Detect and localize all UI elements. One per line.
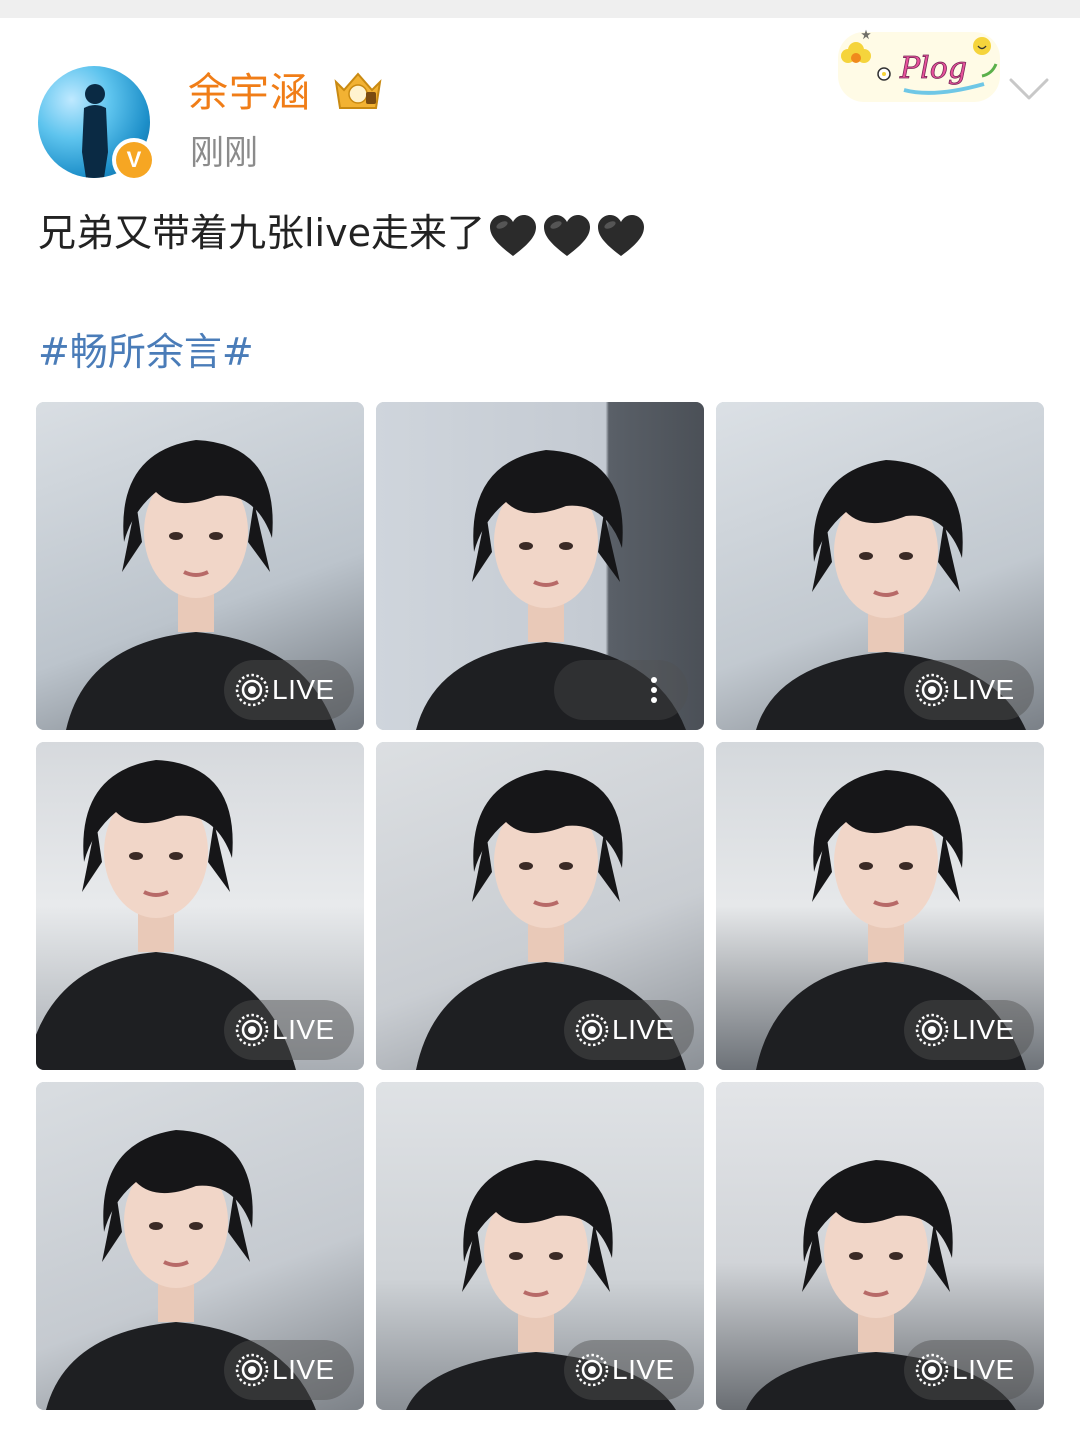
live-label: LIVE (612, 1354, 675, 1385)
photo-thumbnail[interactable] (376, 402, 704, 730)
live-badge[interactable]: LIVE (904, 1000, 1034, 1060)
live-photo-icon (915, 1013, 949, 1047)
member-crown-icon[interactable] (330, 68, 386, 114)
live-label: LIVE (272, 1014, 335, 1045)
photo-thumbnail[interactable]: LIVE (36, 1082, 364, 1410)
live-photo-icon (235, 673, 269, 707)
live-badge[interactable]: LIVE (904, 1340, 1034, 1400)
live-label: LIVE (952, 674, 1015, 705)
photo-thumbnail[interactable]: LIVE (716, 742, 1044, 1070)
more-options-badge[interactable] (554, 660, 688, 720)
topic-hashtag[interactable]: #畅所余言# (38, 326, 254, 378)
live-photo-icon (575, 1013, 609, 1047)
photo-thumbnail[interactable]: LIVE (716, 402, 1044, 730)
live-badge[interactable]: LIVE (564, 1340, 694, 1400)
live-badge[interactable]: LIVE (564, 1000, 694, 1060)
avatar-silhouette (82, 84, 108, 178)
post-text-line: 兄弟又带着九张live走来了 (38, 206, 647, 260)
photo-thumbnail[interactable]: LIVE (716, 1082, 1044, 1410)
svg-text:Plog: Plog (899, 51, 967, 86)
plog-sticker[interactable]: Plog (834, 26, 1004, 106)
live-photo-icon (575, 1353, 609, 1387)
photo-thumbnail[interactable]: LIVE (376, 742, 704, 1070)
live-badge[interactable]: LIVE (904, 660, 1034, 720)
post-text: 兄弟又带着九张live走来了 (38, 211, 485, 255)
photo-thumbnail[interactable]: LIVE (376, 1082, 704, 1410)
black-heart-icon (597, 214, 644, 256)
username[interactable]: 余宇涵 (188, 66, 311, 120)
live-badge[interactable]: LIVE (224, 1000, 354, 1060)
live-badge[interactable]: LIVE (224, 1340, 354, 1400)
live-label: LIVE (612, 1014, 675, 1045)
black-heart-icon (489, 214, 536, 256)
post-time: 刚刚 (190, 133, 258, 173)
top-strip (0, 0, 1080, 18)
live-photo-icon (235, 1353, 269, 1387)
photo-thumbnail[interactable]: LIVE (36, 402, 364, 730)
live-label: LIVE (272, 674, 335, 705)
chevron-down-icon[interactable] (1008, 76, 1050, 102)
live-label: LIVE (952, 1354, 1015, 1385)
live-photo-icon (915, 673, 949, 707)
live-badge[interactable]: LIVE (224, 660, 354, 720)
verified-v-icon: V (116, 142, 152, 178)
live-label: LIVE (272, 1354, 335, 1385)
live-label: LIVE (952, 1014, 1015, 1045)
photo-thumbnail[interactable]: LIVE (36, 742, 364, 1070)
live-photo-icon (235, 1013, 269, 1047)
verified-badge: V (112, 138, 156, 182)
hearts-group (487, 212, 647, 260)
live-photo-icon (915, 1353, 949, 1387)
more-vertical-icon (651, 677, 657, 703)
black-heart-icon (543, 214, 590, 256)
